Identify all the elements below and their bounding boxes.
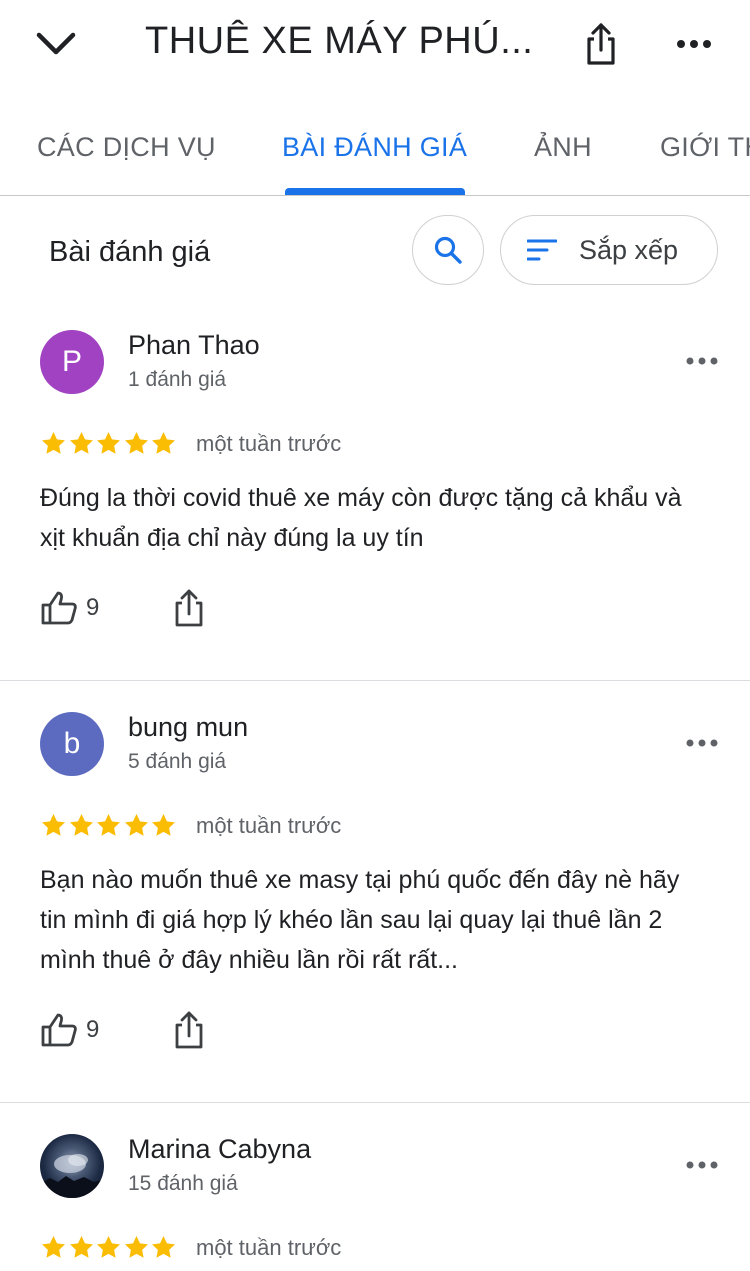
author-name[interactable]: Marina Cabyna bbox=[128, 1134, 311, 1165]
reviews-title: Bài đánh giá bbox=[49, 236, 211, 268]
review-more-button[interactable] bbox=[680, 1150, 724, 1180]
star-icon bbox=[152, 814, 175, 836]
like-count: 9 bbox=[86, 594, 100, 621]
review-card: Marina Cabyna 15 đánh giá một tuần trước bbox=[0, 1112, 750, 1271]
page-title: THUÊ XE MÁY PHÚ... bbox=[145, 20, 534, 62]
search-icon bbox=[434, 236, 462, 264]
star-icon bbox=[124, 1236, 148, 1258]
divider bbox=[0, 1102, 750, 1103]
share-icon bbox=[175, 589, 203, 627]
tab-services[interactable]: CÁC DỊCH VỤ bbox=[37, 132, 216, 163]
star-icon bbox=[97, 432, 120, 454]
sort-button[interactable]: Sắp xếp bbox=[500, 215, 718, 285]
avatar-letter: P bbox=[61, 345, 82, 378]
review-card: b bung mun 5 đánh giá một tuần trước Bạn… bbox=[0, 690, 750, 1102]
author-name[interactable]: bung mun bbox=[128, 712, 248, 743]
share-icon bbox=[587, 23, 615, 65]
review-text[interactable]: Bạn nào muốn thuê xe masy tại phú quốc đ… bbox=[40, 860, 700, 980]
star-icon bbox=[152, 1236, 175, 1258]
back-button[interactable] bbox=[30, 22, 82, 66]
more-horizontal-icon bbox=[686, 1161, 718, 1169]
review-count: 1 đánh giá bbox=[128, 368, 227, 391]
like-button[interactable]: 9 bbox=[40, 1012, 99, 1048]
chevron-down-icon bbox=[36, 32, 76, 55]
share-icon bbox=[175, 1011, 203, 1049]
like-count: 9 bbox=[86, 1016, 100, 1043]
review-count: 5 đánh giá bbox=[128, 750, 227, 773]
sort-icon bbox=[527, 239, 557, 261]
star-icon bbox=[42, 814, 65, 836]
star-icon bbox=[97, 1236, 120, 1258]
review-time: một tuần trước bbox=[196, 813, 342, 838]
review-count: 15 đánh giá bbox=[128, 1172, 238, 1195]
thumbs-up-icon bbox=[41, 591, 77, 625]
tab-bar: CÁC DỊCH VỤ BÀI ĐÁNH GIÁ ẢNH GIỚI THIỆU bbox=[0, 112, 750, 196]
avatar-photo bbox=[40, 1154, 104, 1198]
star-icon bbox=[69, 814, 93, 836]
top-bar: THUÊ XE MÁY PHÚ... bbox=[0, 0, 750, 92]
more-horizontal-icon bbox=[686, 739, 718, 747]
star-icon bbox=[124, 432, 148, 454]
star-icon bbox=[97, 814, 120, 836]
review-time: một tuần trước bbox=[196, 431, 342, 456]
avatar[interactable]: b bbox=[40, 712, 104, 776]
review-card: P Phan Thao 1 đánh giá một tuần trước Đú… bbox=[0, 308, 750, 680]
avatar-letter: b bbox=[63, 727, 81, 760]
sort-label: Sắp xếp bbox=[579, 234, 679, 265]
reviews-header: Bài đánh giá Sắp xếp bbox=[0, 196, 750, 308]
avatar[interactable]: P bbox=[40, 330, 104, 394]
thumbs-up-icon bbox=[41, 1013, 77, 1047]
star-icon bbox=[42, 432, 65, 454]
more-options-button[interactable] bbox=[670, 24, 718, 64]
divider bbox=[0, 680, 750, 681]
share-review-button[interactable] bbox=[172, 588, 206, 633]
star-icon bbox=[42, 1236, 65, 1258]
star-icon bbox=[124, 814, 148, 836]
share-review-button[interactable] bbox=[172, 1010, 206, 1055]
review-text[interactable]: Đúng la thời covid thuê xe máy còn được … bbox=[40, 478, 700, 558]
star-rating bbox=[40, 812, 178, 839]
active-tab-indicator bbox=[285, 188, 465, 195]
avatar[interactable] bbox=[40, 1134, 104, 1198]
more-horizontal-icon bbox=[686, 357, 718, 365]
review-more-button[interactable] bbox=[680, 728, 724, 758]
share-button[interactable] bbox=[578, 18, 624, 70]
tab-about[interactable]: GIỚI THIỆU bbox=[660, 132, 750, 163]
search-reviews-button[interactable] bbox=[412, 215, 484, 285]
star-rating bbox=[40, 430, 178, 457]
star-rating bbox=[40, 1234, 178, 1261]
author-name[interactable]: Phan Thao bbox=[128, 330, 260, 361]
like-button[interactable]: 9 bbox=[40, 590, 99, 626]
tab-photos[interactable]: ẢNH bbox=[534, 132, 592, 163]
review-more-button[interactable] bbox=[680, 346, 724, 376]
star-icon bbox=[69, 1236, 93, 1258]
tab-reviews[interactable]: BÀI ĐÁNH GIÁ bbox=[282, 132, 467, 163]
star-icon bbox=[69, 432, 93, 454]
review-time: một tuần trước bbox=[196, 1235, 342, 1260]
more-horizontal-icon bbox=[677, 40, 711, 48]
star-icon bbox=[152, 432, 175, 454]
